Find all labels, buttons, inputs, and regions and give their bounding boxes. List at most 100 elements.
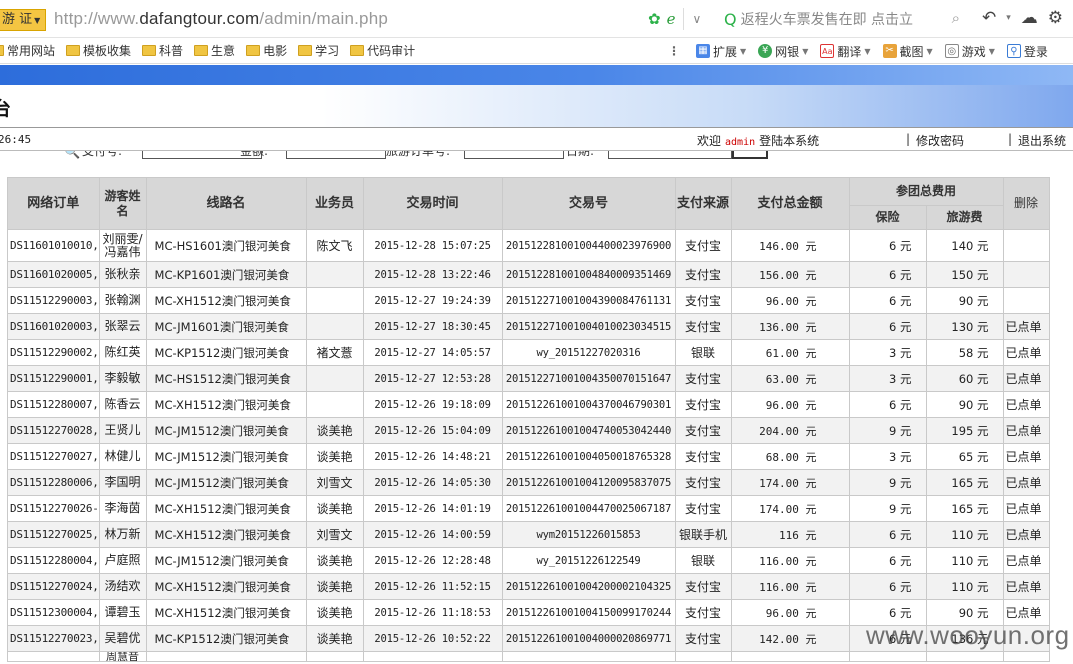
col-header-txn: 交易号 bbox=[501, 177, 676, 230]
table-row[interactable]: 周慧音 bbox=[7, 651, 1050, 662]
cell-total: 174.00 元 bbox=[730, 469, 850, 496]
cell-route: MC-KP1512澳门银河美食 bbox=[145, 339, 307, 366]
search-box[interactable]: Q 返程火车票发售在即 点击立 ⌕ bbox=[724, 8, 962, 30]
header-banner bbox=[0, 65, 1073, 85]
cell-route: MC-KP1512澳门银河美食 bbox=[145, 625, 307, 652]
cell-guest: 卢庭照 bbox=[98, 547, 147, 574]
cell-total: 61.00 元 bbox=[730, 339, 850, 366]
more-icon[interactable]: ⋮ bbox=[668, 44, 680, 58]
cell-insurance: 6 元 bbox=[848, 521, 927, 548]
cell-guest: 李毅敏 bbox=[98, 365, 147, 392]
table-row[interactable]: DS11512290002, 陈红英 MC-KP1512澳门银河美食 褚文薏 2015-… bbox=[7, 339, 1050, 366]
undo-icon[interactable]: ↶ bbox=[982, 8, 996, 28]
cell-insurance: 6 元 bbox=[848, 287, 927, 314]
cell-status[interactable]: 已点单 bbox=[1002, 547, 1050, 574]
cell-tour-fee: 90 元 bbox=[925, 287, 1004, 314]
cell-tour-fee: 110 元 bbox=[925, 547, 1004, 574]
url-field[interactable]: http://www.dafangtour.com/admin/main.php bbox=[54, 9, 388, 29]
cell-status[interactable]: 已点单 bbox=[1002, 469, 1050, 496]
cell-total: 204.00 元 bbox=[730, 417, 850, 444]
cell-status[interactable]: 已点单 bbox=[1002, 521, 1050, 548]
cell-order: DS11512290002, bbox=[7, 339, 100, 366]
cell-agent: 褚文薏 bbox=[305, 339, 364, 366]
table-row[interactable]: DS11512270025, 林万新 MC-XH1512澳门银河美食 刘雪文 2015-… bbox=[7, 521, 1050, 548]
folder-icon bbox=[66, 45, 81, 56]
cell-agent: 谈美艳 bbox=[305, 547, 364, 574]
tab-dropdown-icon[interactable]: ▼ bbox=[34, 16, 40, 25]
bookmark-code-audit[interactable]: 代码审计 bbox=[350, 42, 415, 59]
browser-tab[interactable]: 游 证 ▼ bbox=[0, 9, 46, 31]
cell-status[interactable]: 已点单 bbox=[1002, 313, 1050, 340]
cell-time: 2015-12-26 12:28:48 bbox=[362, 547, 503, 574]
cell-tour-fee: 130 元 bbox=[925, 313, 1004, 340]
cell-insurance: 9 元 bbox=[848, 469, 927, 496]
cell-insurance: 6 元 bbox=[848, 313, 927, 340]
cell-status[interactable]: 已点单 bbox=[1002, 391, 1050, 418]
chevron-down-icon: ▼ bbox=[740, 46, 747, 56]
table-row[interactable]: DS11512290001, 李毅敏 MC-HS1512澳门银河美食 2015-12-… bbox=[7, 365, 1050, 392]
cell-status[interactable]: 已点单 bbox=[1002, 495, 1050, 522]
cell-guest: 王贤儿 bbox=[98, 417, 147, 444]
cell-status[interactable]: 已点单 bbox=[1002, 365, 1050, 392]
bookmark-study[interactable]: 学习 bbox=[298, 42, 339, 59]
col-header-delete: 删除 bbox=[1002, 177, 1050, 230]
cell-route: MC-XH1512澳门银河美食 bbox=[145, 599, 307, 626]
games-button[interactable]: ◎ 游戏 ▼ bbox=[944, 43, 995, 60]
bookmark-business[interactable]: 生意 bbox=[194, 42, 235, 59]
table-row[interactable]: DS11512290003, 张翰渊 MC-XH1512澳门银河美食 2015-12-… bbox=[7, 287, 1050, 314]
cell-source: 支付宝 bbox=[674, 261, 732, 288]
bookmark-label: 代码审计 bbox=[367, 44, 416, 58]
table-row[interactable]: DS11512280007, 陈香云 MC-XH1512澳门银河美食 2015-12-… bbox=[7, 391, 1050, 418]
table-row[interactable]: DS11512270024, 汤结欢 MC-XH1512澳门银河美食 谈美艳 2015-… bbox=[7, 573, 1050, 600]
cell-source: 支付宝 bbox=[674, 229, 732, 262]
cell-total: 142.00 元 bbox=[730, 625, 850, 652]
cell-source: 银联手机 bbox=[674, 521, 732, 548]
change-password-link[interactable]: 修改密码 bbox=[916, 132, 964, 149]
table-row[interactable]: DS11601010010, 刘丽雯/冯嘉伟 MC-HS1601澳门银河美食 陈文飞 2… bbox=[7, 229, 1050, 262]
cell-status[interactable]: 已点单 bbox=[1002, 573, 1050, 600]
search-submit-button[interactable] bbox=[732, 151, 768, 159]
ebank-button[interactable]: ¥ 网银 ▼ bbox=[758, 43, 808, 60]
cell-agent: 刘雪文 bbox=[305, 469, 364, 496]
logout-link[interactable]: 退出系统 bbox=[1018, 132, 1066, 149]
bookmark-science[interactable]: 科普 bbox=[142, 42, 183, 59]
table-row[interactable]: DS11512280006, 李国明 MC-JM1512澳门银河美食 刘雪文 2015-… bbox=[7, 469, 1050, 496]
cell-insurance: 6 元 bbox=[848, 391, 927, 418]
tab-label: 游 证 bbox=[2, 12, 33, 27]
filter-input-amount[interactable] bbox=[286, 151, 386, 159]
table-row[interactable]: DS11512280004, 卢庭照 MC-JM1512澳门银河美食 谈美艳 2015-… bbox=[7, 547, 1050, 574]
translate-button[interactable]: Aa 翻译 ▼ bbox=[820, 43, 871, 60]
search-icon[interactable]: ⌕ bbox=[952, 9, 960, 27]
chevron-down-icon[interactable]: ▾ bbox=[1006, 13, 1011, 23]
puzzle-icon[interactable]: ⚙ bbox=[1048, 8, 1063, 28]
bookmark-templates[interactable]: 模板收集 bbox=[66, 42, 131, 59]
bookmark-common-sites[interactable]: 常用网站 bbox=[0, 42, 55, 59]
table-row[interactable]: DS11512270028, 王贤儿 MC-JM1512澳门银河美食 谈美艳 2015-… bbox=[7, 417, 1050, 444]
search-suggestion[interactable]: 返程火车票发售在即 点击立 bbox=[741, 9, 913, 29]
cell-tour-fee: 90 元 bbox=[925, 391, 1004, 418]
filter-input-date[interactable] bbox=[608, 151, 732, 159]
table-row[interactable]: DS11512270027, 林健儿 MC-JM1512澳门银河美食 谈美艳 2015-… bbox=[7, 443, 1050, 470]
table-row[interactable]: DS11601020005, 张秋亲 MC-KP1601澳门银河美食 2015-12-… bbox=[7, 261, 1050, 288]
ie-engine-icon[interactable]: e bbox=[667, 10, 676, 28]
login-button[interactable]: ⚲ 登录 bbox=[1006, 43, 1048, 60]
cell-route: MC-XH1512澳门银河美食 bbox=[145, 573, 307, 600]
watermark: www.wooyun.org bbox=[866, 620, 1070, 650]
table-row[interactable]: DS11512270026- 李海茵 MC-XH1512澳门银河美食 谈美艳 2015-… bbox=[7, 495, 1050, 522]
chevron-down-icon: ▼ bbox=[864, 46, 871, 56]
cell-txn: 201512261001004120095837075 bbox=[501, 469, 676, 496]
extensions-button[interactable]: ▦ 扩展 ▼ bbox=[696, 43, 746, 60]
chevron-down-icon[interactable]: ∨ bbox=[692, 12, 701, 26]
screenshot-button[interactable]: ✂ 截图 ▼ bbox=[882, 43, 933, 60]
bookmark-movies[interactable]: 电影 bbox=[246, 42, 287, 59]
cell-status[interactable]: 已点单 bbox=[1002, 339, 1050, 366]
security-shield-icon[interactable]: ✿ bbox=[648, 10, 661, 28]
table-row[interactable]: DS11601020003, 张翠云 MC-JM1601澳门银河美食 2015-12-… bbox=[7, 313, 1050, 340]
search-icon[interactable]: 🔍 bbox=[64, 151, 80, 160]
cell-time: 2015-12-27 18:30:45 bbox=[362, 313, 503, 340]
cell-status[interactable]: 已点单 bbox=[1002, 417, 1050, 444]
cloud-icon[interactable]: ☁ bbox=[1021, 8, 1038, 28]
cell-status[interactable]: 已点单 bbox=[1002, 443, 1050, 470]
filter-input-order[interactable] bbox=[464, 151, 564, 159]
cell-guest: 张翰渊 bbox=[98, 287, 147, 314]
